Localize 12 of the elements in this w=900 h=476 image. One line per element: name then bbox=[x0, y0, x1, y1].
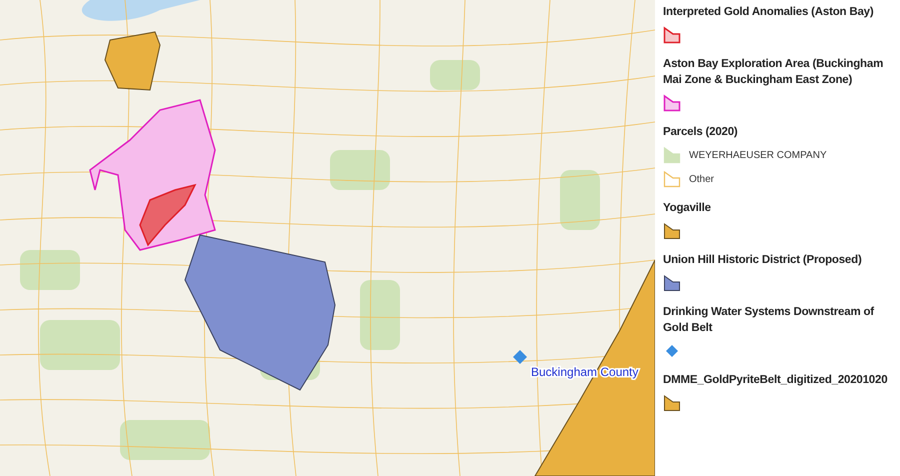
diamond-icon bbox=[513, 350, 527, 364]
legend-label: Other bbox=[689, 174, 714, 184]
layer-title: Interpreted Gold Anomalies (Aston Bay) bbox=[663, 5, 875, 20]
anomaly-area bbox=[139, 184, 196, 246]
layer-title: Drinking Water Systems Downstream of Gold Belt bbox=[663, 305, 876, 336]
layer-title: Yogaville bbox=[663, 201, 712, 216]
yogaville-area bbox=[104, 31, 161, 91]
legend-label: WEYERHAEUSER COMPANY bbox=[689, 150, 827, 160]
layer-title: Aston Bay Exploration Area (Buckingham Mai Zone & Buckingham East Zone) bbox=[663, 57, 884, 88]
layer-title: DMME_GoldPyriteBelt_digitized_20201020 bbox=[663, 373, 888, 388]
layer-title: Union Hill Historic District (Proposed) bbox=[663, 253, 863, 268]
layer-title: Parcels (2020) bbox=[663, 125, 739, 140]
